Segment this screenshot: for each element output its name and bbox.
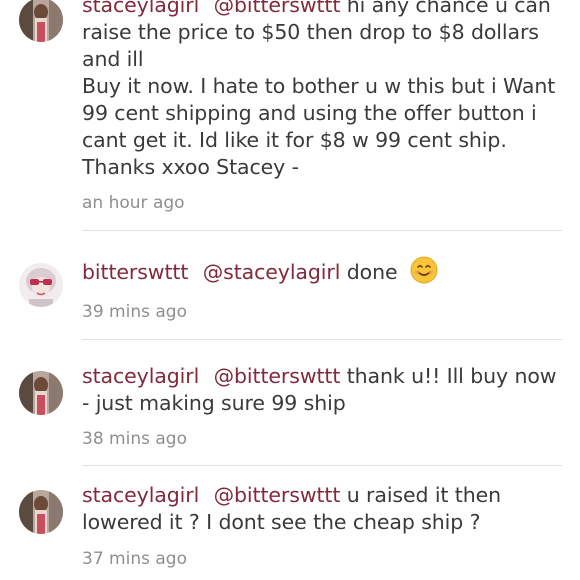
comment-username[interactable]: staceylagirl <box>82 483 199 507</box>
comment-item: bitterswttt @staceylagirl done 39 mins a… <box>0 231 580 340</box>
comment-mention[interactable]: @bitterswttt <box>214 364 341 388</box>
comment-timestamp: 38 mins ago <box>82 429 187 449</box>
comment-item: staceylagirl @bitterswttt thank u!! Ill … <box>0 340 580 466</box>
comment-body-continued: Buy it now. I hate to bother u w this bu… <box>82 74 556 179</box>
comment-timestamp: an hour ago <box>82 193 185 213</box>
avatar-photo-icon <box>19 490 63 534</box>
comment-text: bitterswttt @staceylagirl done <box>82 256 562 286</box>
comment-username[interactable]: staceylagirl <box>82 0 199 17</box>
comment-text: staceylagirl @bitterswttt thank u!! Ill … <box>82 363 562 417</box>
comment-body: done <box>346 260 398 284</box>
smiling-face-emoji-icon <box>410 256 438 284</box>
comment-mention[interactable]: @staceylagirl <box>203 260 341 284</box>
comment-item: staceylagirl @bitterswttt hi any chance … <box>0 0 580 231</box>
avatar-photo-icon <box>19 0 63 42</box>
avatar-staceylagirl[interactable] <box>19 0 63 42</box>
comment-timestamp: 39 mins ago <box>82 302 187 322</box>
comment-mention[interactable]: @bitterswttt <box>214 0 341 17</box>
avatar-staceylagirl[interactable] <box>19 371 63 415</box>
comment-mention[interactable]: @bitterswttt <box>214 483 341 507</box>
avatar-bitterswttt[interactable] <box>19 263 63 307</box>
avatar-photo-icon <box>19 263 63 307</box>
comment-username[interactable]: bitterswttt <box>82 260 188 284</box>
avatar-photo-icon <box>19 371 63 415</box>
comment-timestamp: 37 mins ago <box>82 549 187 569</box>
comment-username[interactable]: staceylagirl <box>82 364 199 388</box>
avatar-staceylagirl[interactable] <box>19 490 63 534</box>
comment-item: staceylagirl @bitterswttt u raised it th… <box>0 466 580 580</box>
comment-text: staceylagirl @bitterswttt hi any chance … <box>82 0 562 181</box>
comment-text: staceylagirl @bitterswttt u raised it th… <box>82 482 562 536</box>
